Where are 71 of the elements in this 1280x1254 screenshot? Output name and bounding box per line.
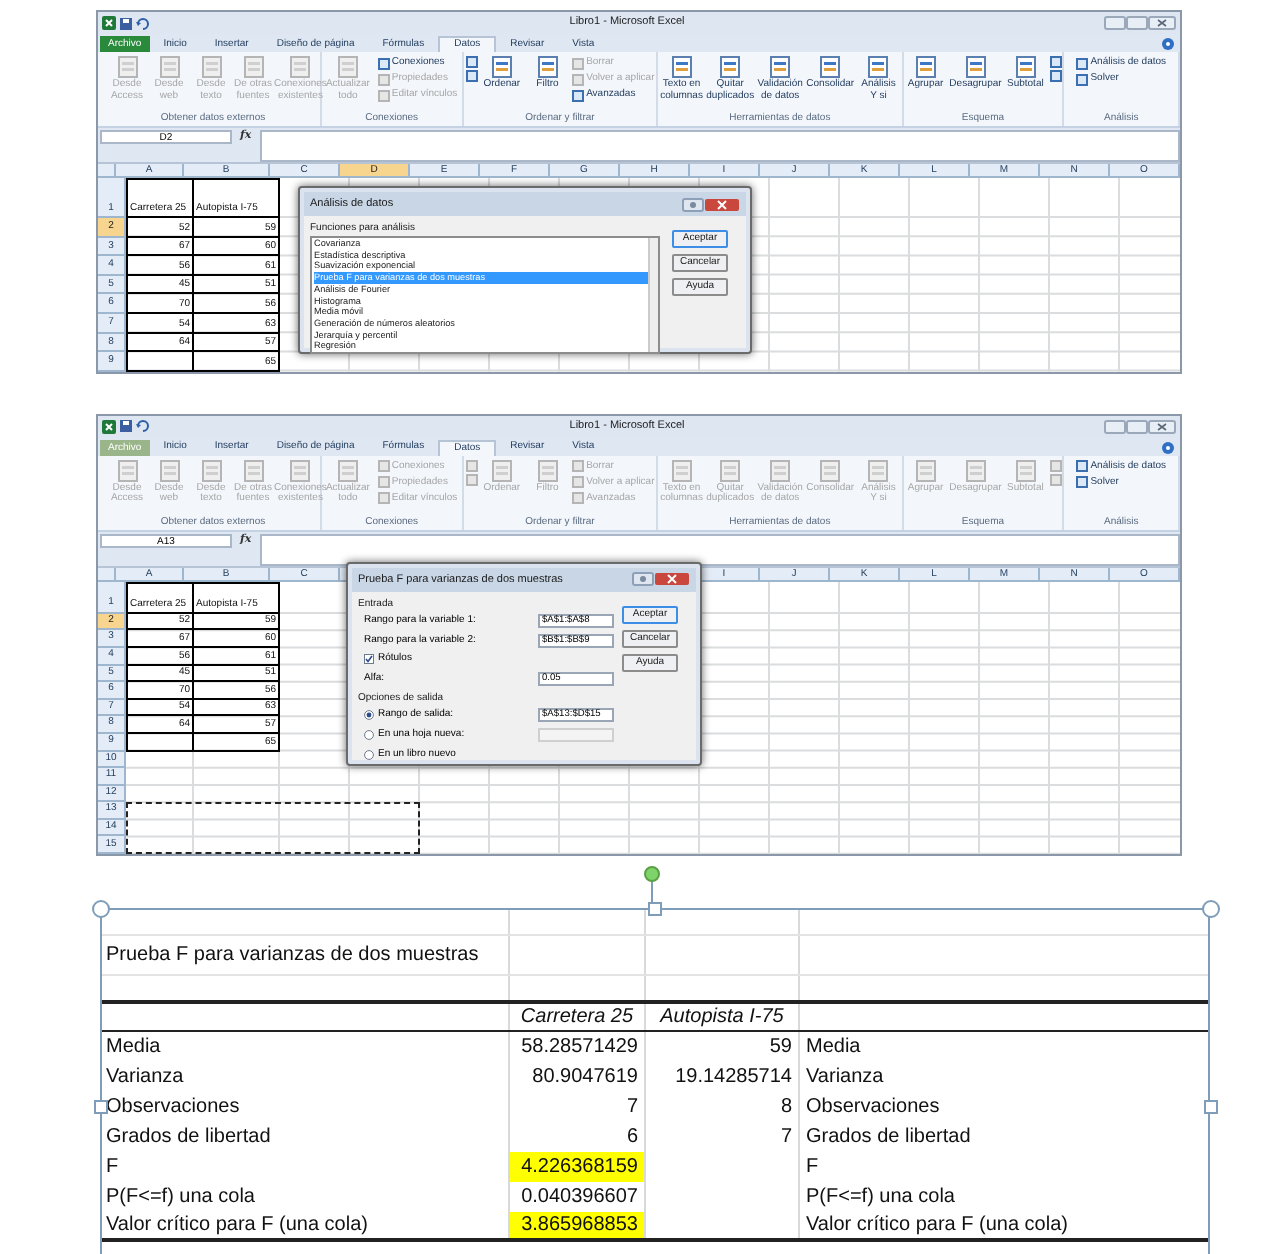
table-title: Prueba F para varianzas de dos muestras: [100, 936, 510, 975]
ribbon-icon-button[interactable]: [1049, 70, 1062, 82]
square-icon: [572, 492, 585, 505]
square-icon: [572, 57, 585, 69]
value-cell: 58.28571429: [510, 1032, 646, 1063]
value-cell: 80.9047619: [510, 1062, 646, 1093]
close-icon[interactable]: [704, 197, 740, 211]
input-field[interactable]: [538, 727, 614, 742]
square-icon: [572, 460, 585, 473]
column-heading: Autopista I-75: [646, 1004, 800, 1031]
row-label: Varianza: [100, 1062, 510, 1093]
square-icon: [1076, 476, 1089, 489]
value-cell: 3.865968853: [510, 1212, 646, 1239]
save-icon[interactable]: [120, 17, 132, 29]
undo-icon[interactable]: [136, 420, 150, 433]
row-label: Media: [100, 1032, 510, 1063]
save-icon[interactable]: [120, 420, 132, 433]
square-icon: [377, 492, 390, 505]
row-label: Grados de libertad: [800, 1122, 1210, 1153]
row-label: Valor crítico para F (una cola): [800, 1212, 1210, 1239]
row-label: Media: [800, 1032, 1210, 1063]
square-icon: [572, 73, 585, 85]
row-label: F: [800, 1152, 1210, 1183]
table-cell: [126, 733, 194, 751]
ribbon-icon-button[interactable]: [1049, 56, 1062, 68]
checkbox[interactable]: [364, 654, 374, 665]
table-cell: [126, 352, 194, 372]
spreadsheet-logo-icon: [102, 16, 116, 30]
square-icon: [377, 89, 390, 101]
square-icon: [377, 57, 390, 69]
resize-handle[interactable]: [92, 900, 110, 919]
ribbon-icon-button[interactable]: [465, 70, 478, 82]
square-icon: [1076, 57, 1089, 69]
square-icon: [377, 476, 390, 489]
square-icon: [1076, 460, 1089, 473]
resize-handle[interactable]: [1204, 1100, 1218, 1115]
radio-button[interactable]: [364, 729, 374, 740]
spreadsheet-logo-icon: [102, 419, 116, 434]
undo-icon[interactable]: [136, 17, 150, 29]
row-label: Grados de libertad: [100, 1122, 510, 1153]
formula-field[interactable]: [259, 130, 1180, 162]
help-icon[interactable]: [682, 197, 704, 211]
radio-button[interactable]: [364, 709, 374, 720]
square-icon: [572, 476, 585, 489]
row-label: P(F<=f) una cola: [100, 1182, 510, 1213]
square-icon: [377, 73, 390, 85]
row-label: Varianza: [800, 1062, 1210, 1093]
value-cell: 8: [646, 1092, 800, 1123]
close-icon[interactable]: [654, 572, 690, 587]
value-cell: 7: [646, 1122, 800, 1153]
window-controls-icon[interactable]: [1104, 419, 1176, 434]
column-heading: Carretera 25: [510, 1004, 646, 1031]
resize-handle[interactable]: [94, 1100, 108, 1115]
window-controls-icon[interactable]: [1104, 16, 1176, 30]
square-icon: [1076, 73, 1089, 85]
row-label: P(F<=f) una cola: [800, 1182, 1210, 1213]
help-icon[interactable]: [1162, 441, 1174, 454]
square-icon: [572, 89, 585, 101]
square-icon: [377, 460, 390, 473]
value-cell: 19.14285714: [646, 1062, 800, 1093]
resize-handle[interactable]: [648, 902, 662, 917]
help-icon[interactable]: [632, 572, 654, 587]
scrollbar[interactable]: [648, 238, 658, 352]
radio-button[interactable]: [364, 749, 374, 760]
value-cell: 7: [510, 1092, 646, 1123]
value-cell: 59: [646, 1032, 800, 1063]
ribbon-icon-button[interactable]: [465, 56, 478, 68]
help-icon[interactable]: [1162, 38, 1174, 50]
value-cell: 4.226368159: [510, 1152, 646, 1183]
resize-handle[interactable]: [1202, 900, 1220, 919]
formula-field[interactable]: [259, 533, 1180, 566]
